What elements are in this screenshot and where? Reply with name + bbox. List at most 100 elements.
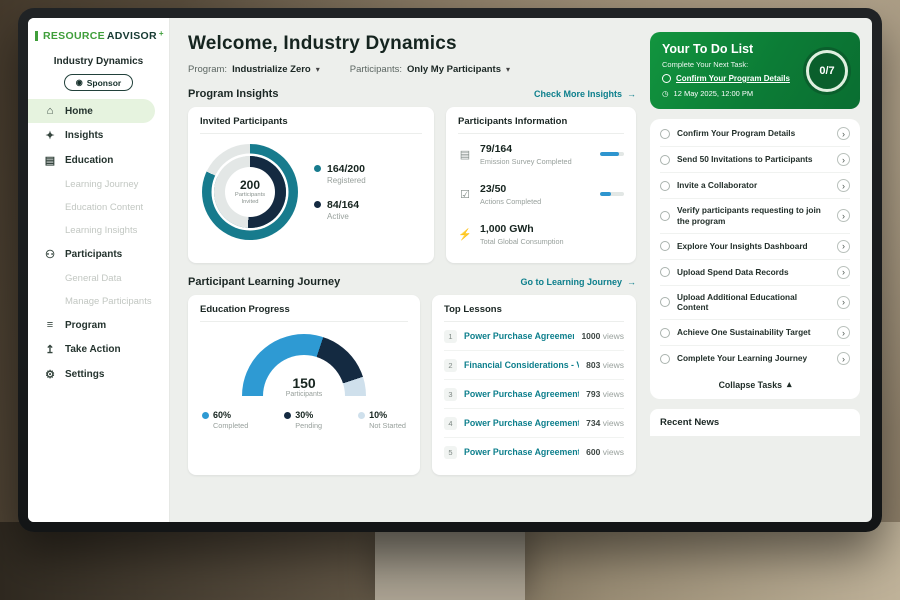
- sponsor-badge[interactable]: ◉ Sponsor: [64, 74, 133, 91]
- sidebar-item-learning-journey[interactable]: Learning Journey: [28, 173, 169, 196]
- checkbox-icon[interactable]: [660, 267, 670, 277]
- checkbox-icon[interactable]: [660, 354, 670, 364]
- todo-progress-count: 0/7: [819, 65, 834, 77]
- stat-label: Emission Survey Completed: [480, 157, 592, 166]
- monitor-bezel: RESOURCE ADVISOR + Industry Dynamics ◉ S…: [18, 8, 882, 532]
- sidebar-item-take-action[interactable]: ↥ Take Action: [28, 337, 169, 362]
- collapse-label: Collapse Tasks: [719, 380, 782, 390]
- link-label: Check More Insights: [534, 89, 622, 99]
- task-row-explore-insights[interactable]: Explore Your Insights Dashboard ›: [660, 234, 850, 260]
- lesson-views-label: views: [603, 360, 624, 370]
- lesson-row: 3 Power Purchase Agreements 101 793 view…: [444, 380, 624, 409]
- checkbox-icon[interactable]: [660, 241, 670, 251]
- chevron-right-icon[interactable]: ›: [837, 266, 850, 279]
- chevron-right-icon[interactable]: ›: [837, 326, 850, 339]
- sidebar-item-participants[interactable]: ⚇ Participants: [28, 242, 169, 267]
- lesson-views-count: 1000: [581, 331, 600, 341]
- stat-value: 23/50: [480, 183, 592, 195]
- invited-participants-body: 200 Participants Invited 164/200 Registe…: [200, 134, 422, 244]
- task-row-send-invitations[interactable]: Send 50 Invitations to Participants ›: [660, 147, 850, 173]
- task-row-achieve-target[interactable]: Achieve One Sustainability Target ›: [660, 320, 850, 346]
- sidebar-item-manage-participants[interactable]: Manage Participants: [28, 290, 169, 313]
- invited-donut-inner: 200 Participants Invited: [214, 156, 286, 228]
- actions-progress-bar: [600, 192, 624, 196]
- legend-value: 164/200: [327, 163, 366, 175]
- card-title: Invited Participants: [200, 116, 422, 134]
- program-filter-value: Industrialize Zero: [232, 64, 311, 75]
- stat-value: 1,000 GWh: [480, 223, 592, 235]
- task-row-confirm-program[interactable]: Confirm Your Program Details ›: [660, 121, 850, 147]
- todo-task-list: Confirm Your Program Details › Send 50 I…: [650, 119, 860, 399]
- go-to-learning-journey-link[interactable]: Go to Learning Journey →: [520, 277, 636, 287]
- lesson-link[interactable]: Power Purchase Agreements 101: [464, 331, 574, 341]
- sidebar-item-home[interactable]: ⌂ Home: [28, 99, 155, 123]
- task-row-upload-spend-data[interactable]: Upload Spend Data Records ›: [660, 260, 850, 286]
- chevron-right-icon[interactable]: ›: [837, 296, 850, 309]
- lesson-views-count: 600: [586, 447, 600, 457]
- checkbox-icon[interactable]: [660, 328, 670, 338]
- legend-item-not-started: 10% Not Started: [358, 410, 406, 430]
- participants-filter-dropdown[interactable]: Participants: Only My Participants ▾: [350, 64, 510, 75]
- checkbox-icon[interactable]: [660, 181, 670, 191]
- legend-value: 60%: [213, 410, 248, 420]
- sidebar-item-learning-insights[interactable]: Learning Insights: [28, 219, 169, 242]
- legend-value: 10%: [369, 410, 406, 420]
- checkbox-icon[interactable]: [662, 74, 671, 83]
- chevron-right-icon[interactable]: ›: [837, 127, 850, 140]
- lesson-views-count: 803: [586, 360, 600, 370]
- sidebar-item-settings[interactable]: ⚙ Settings: [28, 362, 169, 387]
- chevron-right-icon[interactable]: ›: [837, 179, 850, 192]
- checkbox-icon[interactable]: [660, 155, 670, 165]
- logo-plus: +: [159, 29, 164, 38]
- donut-center-label: Participants Invited: [232, 192, 268, 206]
- logo-text-secondary: ADVISOR: [107, 30, 157, 42]
- sidebar-item-insights[interactable]: ✦ Insights: [28, 123, 169, 148]
- chevron-right-icon[interactable]: ›: [837, 240, 850, 253]
- insights-icon: ✦: [44, 129, 56, 142]
- energy-icon: ⚡: [458, 228, 472, 241]
- legend-dot: [284, 412, 291, 419]
- program-filter-dropdown[interactable]: Program: Industrialize Zero ▾: [188, 64, 320, 75]
- checkbox-icon[interactable]: [660, 297, 670, 307]
- participants-filter-value: Only My Participants: [407, 64, 501, 75]
- todo-subtitle: Complete Your Next Task:: [662, 60, 798, 69]
- todo-due: ◷ 12 May 2025, 12:00 PM: [662, 89, 798, 98]
- sidebar-item-education-content[interactable]: Education Content: [28, 196, 169, 219]
- invited-donut-center: 200 Participants Invited: [225, 167, 275, 217]
- sidebar-item-label: Program: [65, 320, 106, 331]
- task-label: Confirm Your Program Details: [677, 128, 830, 139]
- app-window: RESOURCE ADVISOR + Industry Dynamics ◉ S…: [28, 18, 872, 522]
- legend-dot: [202, 412, 209, 419]
- page-title: Welcome, Industry Dynamics: [188, 33, 636, 55]
- checkbox-icon[interactable]: [660, 211, 670, 221]
- card-title: Top Lessons: [444, 304, 624, 322]
- chevron-right-icon[interactable]: ›: [837, 209, 850, 222]
- sidebar-item-label: Take Action: [65, 344, 121, 355]
- sidebar-item-program[interactable]: ≡ Program: [28, 313, 169, 337]
- lesson-link[interactable]: Financial Considerations - VPPAs: [464, 360, 579, 370]
- task-row-verify-participants[interactable]: Verify participants requesting to join t…: [660, 199, 850, 234]
- education-progress-card: Education Progress 150 Participants: [188, 295, 420, 475]
- chevron-right-icon[interactable]: ›: [837, 153, 850, 166]
- lesson-link[interactable]: Power Purchase Agreements 101: [464, 389, 579, 399]
- todo-next-task[interactable]: Confirm Your Program Details: [662, 74, 798, 83]
- task-row-complete-learning-journey[interactable]: Complete Your Learning Journey ›: [660, 346, 850, 371]
- sidebar-item-label: Insights: [65, 130, 103, 141]
- lesson-link[interactable]: Power Purchase Agreements 102: [464, 418, 579, 428]
- take-action-icon: ↥: [44, 343, 56, 356]
- collapse-tasks-link[interactable]: Collapse Tasks ▴: [660, 371, 850, 397]
- lesson-link[interactable]: Power Purchase Agreements 103: [464, 447, 579, 457]
- sidebar-item-general-data[interactable]: General Data: [28, 267, 169, 290]
- task-row-invite-collaborator[interactable]: Invite a Collaborator ›: [660, 173, 850, 199]
- check-more-insights-link[interactable]: Check More Insights →: [534, 89, 636, 99]
- task-label: Achieve One Sustainability Target: [677, 327, 830, 338]
- checkbox-icon[interactable]: [660, 129, 670, 139]
- legend-value: 30%: [295, 410, 322, 420]
- sidebar-item-education[interactable]: ▤ Education: [28, 148, 169, 173]
- sidebar-item-label: Education: [65, 155, 113, 166]
- sidebar-item-label: Settings: [65, 369, 104, 380]
- program-icon: ≡: [44, 319, 56, 331]
- chevron-right-icon[interactable]: ›: [837, 352, 850, 365]
- task-row-upload-educational-content[interactable]: Upload Additional Educational Content ›: [660, 286, 850, 321]
- legend-dot: [314, 165, 321, 172]
